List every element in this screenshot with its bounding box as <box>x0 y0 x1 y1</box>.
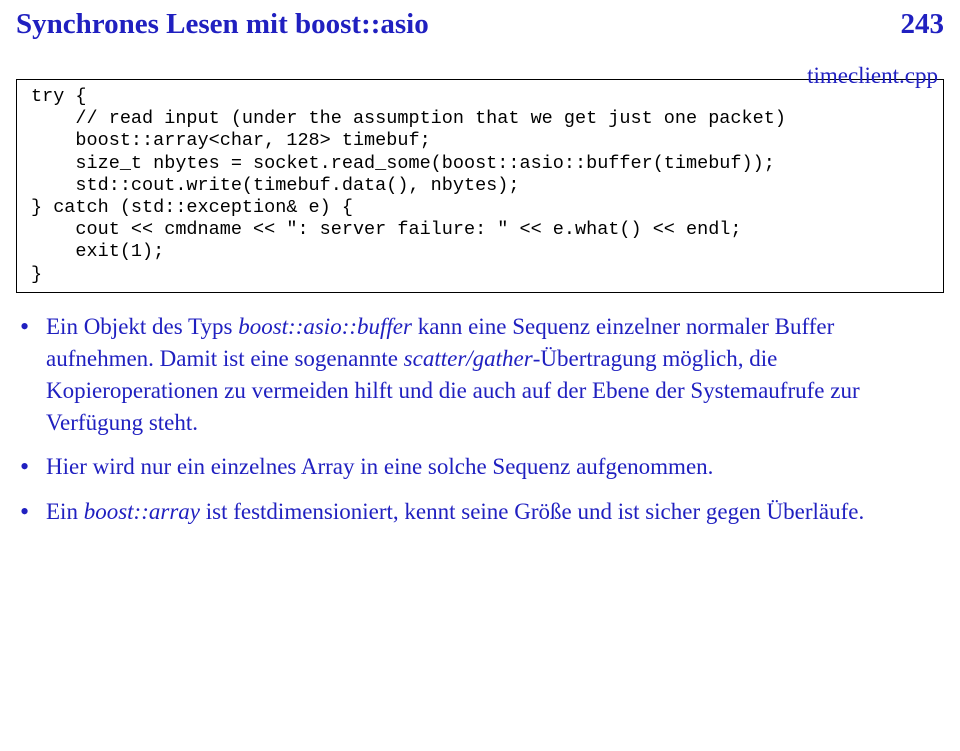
slide-header: Synchrones Lesen mit boost::asio 243 <box>16 8 944 41</box>
slide-number: 243 <box>901 8 945 41</box>
list-item: Hier wird nur ein einzelnes Array in ein… <box>16 451 944 483</box>
italic-term: boost::array <box>84 499 200 524</box>
slide-title: Synchrones Lesen mit boost::asio <box>16 8 429 41</box>
bullet-text: Hier wird nur ein einzelnes Array in ein… <box>46 454 713 479</box>
bullet-list: Ein Objekt des Typs boost::asio::buffer … <box>16 311 944 528</box>
bullet-text: ist festdimensioniert, kennt seine Größe… <box>200 499 864 524</box>
list-item: Ein boost::array ist festdimensioniert, … <box>16 496 944 528</box>
code-listing: try { // read input (under the assumptio… <box>16 79 944 293</box>
list-item: Ein Objekt des Typs boost::asio::buffer … <box>16 311 944 440</box>
italic-term: scatter/gather <box>404 346 533 371</box>
bullet-text: Ein <box>46 499 84 524</box>
italic-term: boost::asio::buffer <box>238 314 412 339</box>
bullet-text: Ein Objekt des Typs <box>46 314 238 339</box>
